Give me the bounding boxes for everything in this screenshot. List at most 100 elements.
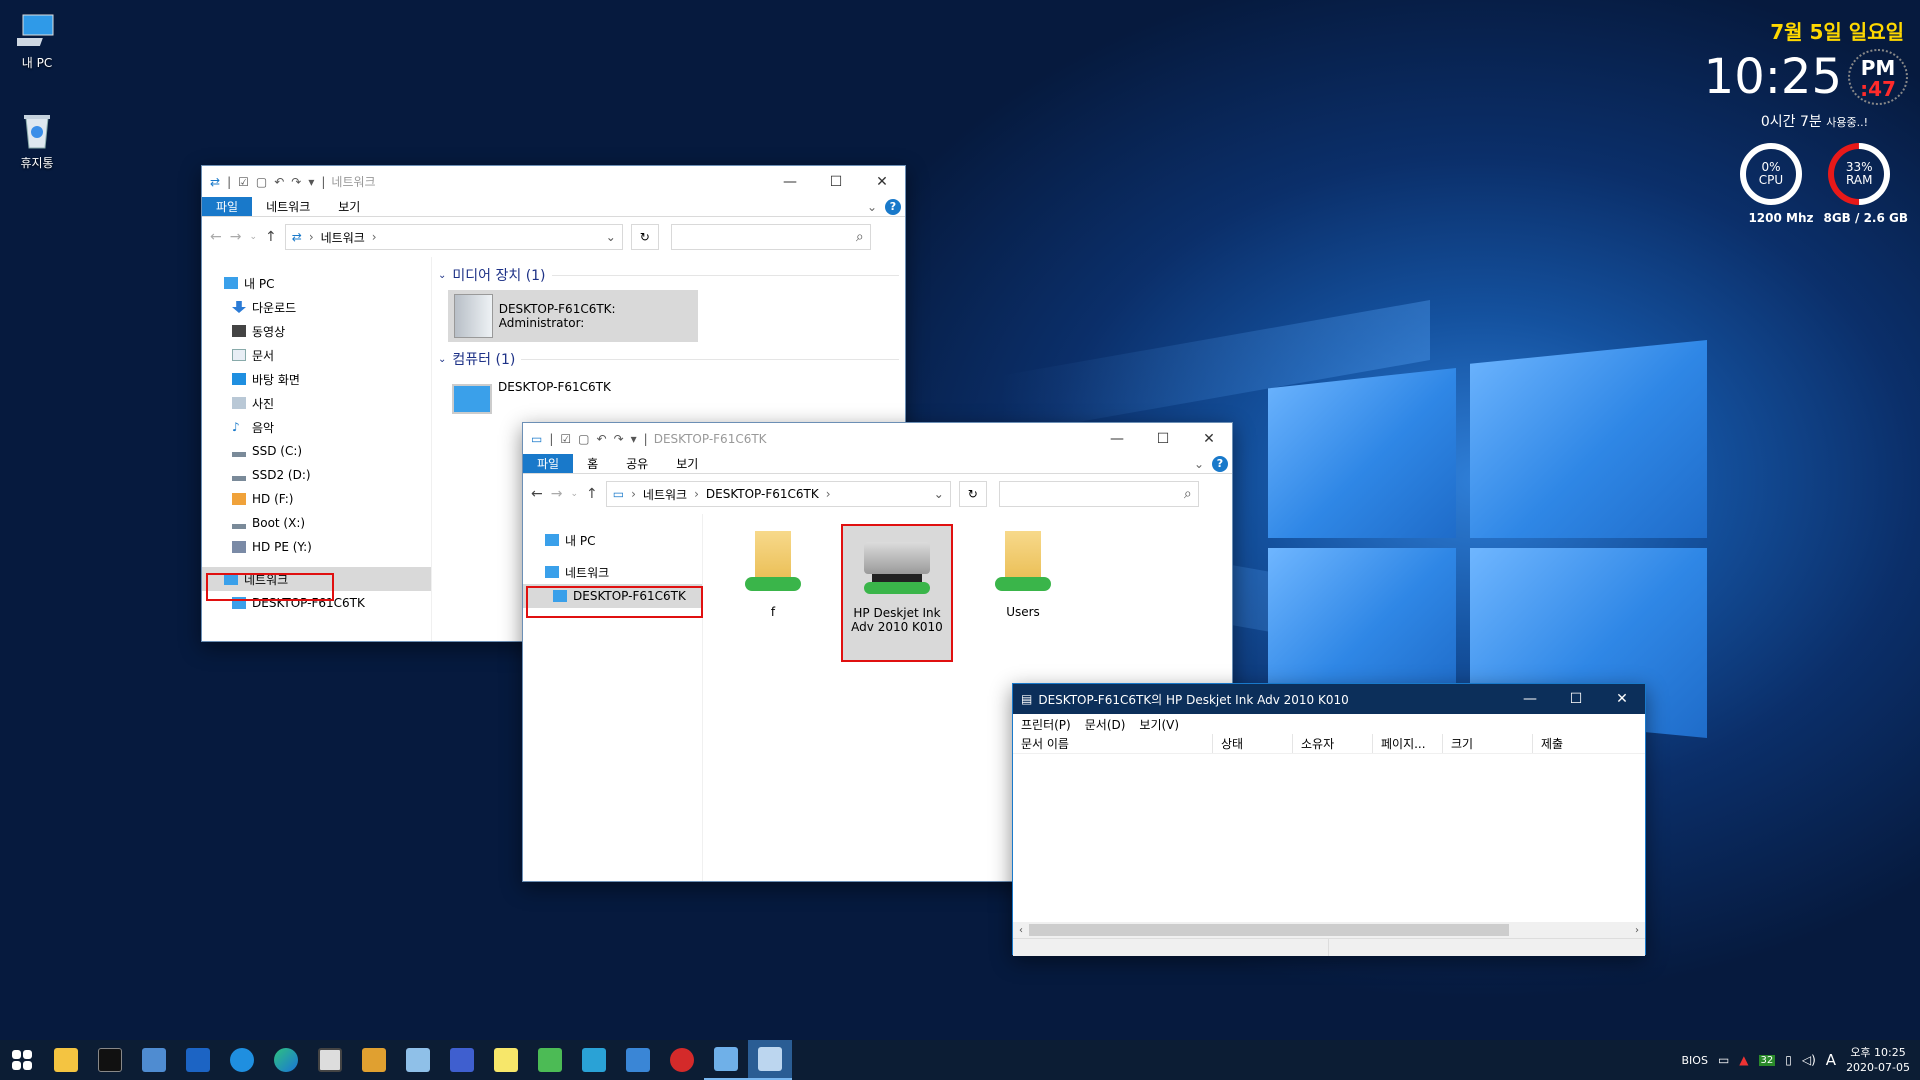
input-method[interactable]: A — [1826, 1051, 1836, 1069]
column-owner[interactable]: 소유자 — [1293, 734, 1373, 753]
new-folder-icon[interactable]: ▢ — [256, 175, 267, 189]
properties-icon[interactable]: ☑ — [560, 432, 571, 446]
minimize-button[interactable]: — — [767, 166, 813, 197]
search-input[interactable]: ⌕ — [670, 224, 871, 250]
close-button[interactable]: ✕ — [1599, 684, 1645, 715]
new-folder-icon[interactable]: ▢ — [578, 432, 589, 446]
breadcrumb-network[interactable]: 네트워크 — [643, 486, 687, 503]
taskbar-app-edge[interactable] — [264, 1040, 308, 1080]
share-folder-users[interactable]: Users — [973, 531, 1073, 619]
network-status-icon[interactable]: ▭ — [1718, 1053, 1729, 1067]
nav-item-drive-y[interactable]: HD PE (Y:) — [202, 535, 431, 559]
nav-item-documents[interactable]: 문서 — [202, 343, 431, 367]
minimize-button[interactable]: — — [1507, 684, 1553, 715]
nav-item-videos[interactable]: 동영상 — [202, 319, 431, 343]
redo-icon[interactable]: ↷ — [614, 432, 624, 446]
tab-share[interactable]: 공유 — [612, 454, 662, 473]
menu-view[interactable]: 보기(V) — [1139, 716, 1179, 733]
up-button[interactable]: ↑ — [586, 486, 598, 502]
taskbar-app-network-explorer[interactable] — [704, 1040, 748, 1080]
tab-view[interactable]: 보기 — [324, 197, 374, 216]
nav-item-network[interactable]: 네트워크 — [523, 560, 702, 584]
horizontal-scrollbar[interactable]: ‹ › — [1013, 922, 1645, 938]
column-document-name[interactable]: 문서 이름 — [1013, 734, 1213, 753]
maximize-button[interactable]: ☐ — [1140, 423, 1186, 454]
customize-icon[interactable]: ▾ — [631, 432, 637, 446]
taskbar-app-media[interactable] — [352, 1040, 396, 1080]
address-bar[interactable]: ▭ › 네트워크 › DESKTOP-F61C6TK › ⌄ — [605, 481, 951, 507]
taskbar-app-network[interactable] — [616, 1040, 660, 1080]
close-button[interactable]: ✕ — [859, 166, 905, 197]
recent-dropdown[interactable]: ⌄ — [249, 232, 257, 242]
taskbar-app-save[interactable] — [176, 1040, 220, 1080]
start-button[interactable] — [0, 1040, 44, 1080]
taskbar-app-chip[interactable] — [308, 1040, 352, 1080]
tab-home[interactable]: 홈 — [573, 454, 612, 473]
menu-printer[interactable]: 프린터(P) — [1021, 716, 1071, 733]
menu-document[interactable]: 문서(D) — [1085, 716, 1126, 733]
properties-icon[interactable]: ☑ — [238, 175, 249, 189]
tab-view[interactable]: 보기 — [662, 454, 712, 473]
tab-file[interactable]: 파일 — [523, 454, 574, 473]
taskbar-app-explorer[interactable] — [44, 1040, 88, 1080]
group-header[interactable]: ⌄ 컴퓨터 (1) — [438, 348, 899, 370]
taskbar-app-remote[interactable] — [572, 1040, 616, 1080]
nav-item-drive-x[interactable]: Boot (X:) — [202, 511, 431, 535]
group-header[interactable]: ⌄ 미디어 장치 (1) — [438, 264, 899, 286]
minimize-button[interactable]: — — [1094, 423, 1140, 454]
desktop-icon-this-pc[interactable]: 내 PC — [2, 10, 72, 71]
back-button[interactable]: ← — [531, 486, 543, 502]
computer-item[interactable]: DESKTOP-F61C6TK — [452, 374, 899, 426]
nav-item-this-pc[interactable]: 내 PC — [523, 528, 702, 552]
nav-item-desktop[interactable]: 바탕 화면 — [202, 367, 431, 391]
media-device-item[interactable]: DESKTOP-F61C6TK: Administrator: — [448, 290, 698, 342]
redo-icon[interactable]: ↷ — [291, 175, 301, 189]
nav-item-drive-c[interactable]: SSD (C:) — [202, 439, 431, 463]
forward-button[interactable]: → — [551, 486, 563, 502]
column-submitted[interactable]: 제출 — [1533, 734, 1645, 753]
back-button[interactable]: ← — [210, 229, 222, 245]
taskbar-app-tree[interactable] — [528, 1040, 572, 1080]
taskbar-clock[interactable]: 오후 10:25 2020-07-05 — [1846, 1045, 1910, 1075]
chevron-down-icon[interactable]: ⌄ — [1194, 457, 1204, 471]
nav-item-drive-f[interactable]: HD (F:) — [202, 487, 431, 511]
breadcrumb-pc[interactable]: DESKTOP-F61C6TK — [706, 487, 819, 501]
undo-icon[interactable]: ↶ — [274, 175, 284, 189]
scroll-right-icon[interactable]: › — [1629, 925, 1645, 936]
refresh-button[interactable]: ↻ — [958, 481, 987, 507]
up-button[interactable]: ↑ — [265, 229, 277, 245]
chevron-down-icon[interactable]: ⌄ — [606, 230, 616, 244]
share-folder-f[interactable]: f — [723, 531, 823, 619]
nav-item-pictures[interactable]: 사진 — [202, 391, 431, 415]
chevron-down-icon[interactable]: ⌄ — [867, 200, 877, 214]
taskbar-app-printer-queue[interactable] — [748, 1040, 792, 1080]
taskbar-app-editor[interactable] — [396, 1040, 440, 1080]
nav-item-drive-d[interactable]: SSD2 (D:) — [202, 463, 431, 487]
taskbar-app-notes[interactable] — [132, 1040, 176, 1080]
tray-bios[interactable]: BIOS — [1682, 1054, 1708, 1067]
battery-icon[interactable]: ▯ — [1785, 1053, 1792, 1067]
column-size[interactable]: 크기 — [1443, 734, 1533, 753]
address-bar[interactable]: ⇄ › 네트워크 › ⌄ — [284, 224, 623, 250]
scroll-thumb[interactable] — [1029, 924, 1509, 936]
volume-icon[interactable]: ◁) — [1802, 1053, 1816, 1067]
refresh-button[interactable]: ↻ — [630, 224, 659, 250]
forward-button[interactable]: → — [230, 229, 242, 245]
taskbar-app-paint[interactable] — [440, 1040, 484, 1080]
taskbar-app-ie[interactable] — [220, 1040, 264, 1080]
nav-item-this-pc[interactable]: 내 PC — [202, 271, 431, 295]
title-bar[interactable]: ▤ DESKTOP-F61C6TK의 HP Deskjet Ink Adv 20… — [1013, 684, 1645, 714]
taskbar-power-button[interactable] — [660, 1040, 704, 1080]
scroll-left-icon[interactable]: ‹ — [1013, 925, 1029, 936]
desktop-icon-recycle-bin[interactable]: 휴지통 — [2, 110, 72, 171]
taskbar-app-console[interactable] — [88, 1040, 132, 1080]
help-icon[interactable]: ? — [1212, 455, 1228, 472]
maximize-button[interactable]: ☐ — [1553, 684, 1599, 715]
customize-icon[interactable]: ▾ — [308, 175, 314, 189]
taskbar-app-file[interactable] — [484, 1040, 528, 1080]
tray-badge[interactable]: 32 — [1758, 1054, 1776, 1066]
breadcrumb-network[interactable]: 네트워크 — [321, 229, 365, 246]
column-pages[interactable]: 페이지... — [1373, 734, 1443, 753]
search-input[interactable]: ⌕ — [998, 481, 1199, 507]
printer-queue-window[interactable]: ▤ DESKTOP-F61C6TK의 HP Deskjet Ink Adv 20… — [1012, 683, 1646, 956]
